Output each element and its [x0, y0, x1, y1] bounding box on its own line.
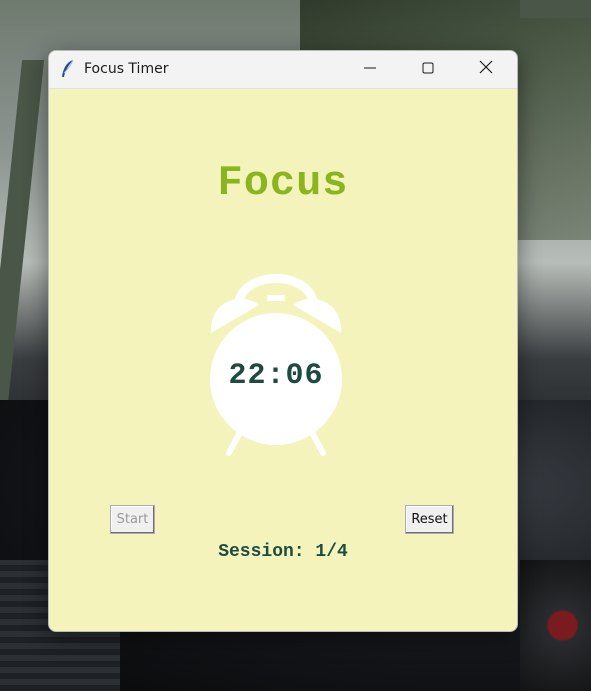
- reset-button[interactable]: Reset: [405, 505, 454, 534]
- start-button[interactable]: Start: [110, 505, 155, 534]
- maximize-icon: [422, 61, 434, 79]
- focus-timer-window: Focus Timer Focus 22:06 Start Reset Sess…: [48, 50, 518, 632]
- window-title: Focus Timer: [84, 61, 169, 77]
- close-icon: [479, 60, 493, 79]
- feather-icon: [60, 59, 76, 79]
- background-car-light: [520, 560, 591, 691]
- minimize-button[interactable]: [347, 51, 393, 88]
- background-bridge-girder: [520, 0, 591, 18]
- maximize-button[interactable]: [405, 51, 451, 88]
- timer-display: 22:06: [228, 359, 324, 393]
- title-bar[interactable]: Focus Timer: [49, 51, 517, 89]
- timer-panel: Focus 22:06 Start Reset Session: 1/4: [49, 89, 517, 631]
- mode-heading: Focus: [217, 159, 349, 207]
- session-counter: Session: 1/4: [218, 542, 348, 562]
- close-button[interactable]: [463, 51, 509, 88]
- minimize-icon: [364, 61, 376, 79]
